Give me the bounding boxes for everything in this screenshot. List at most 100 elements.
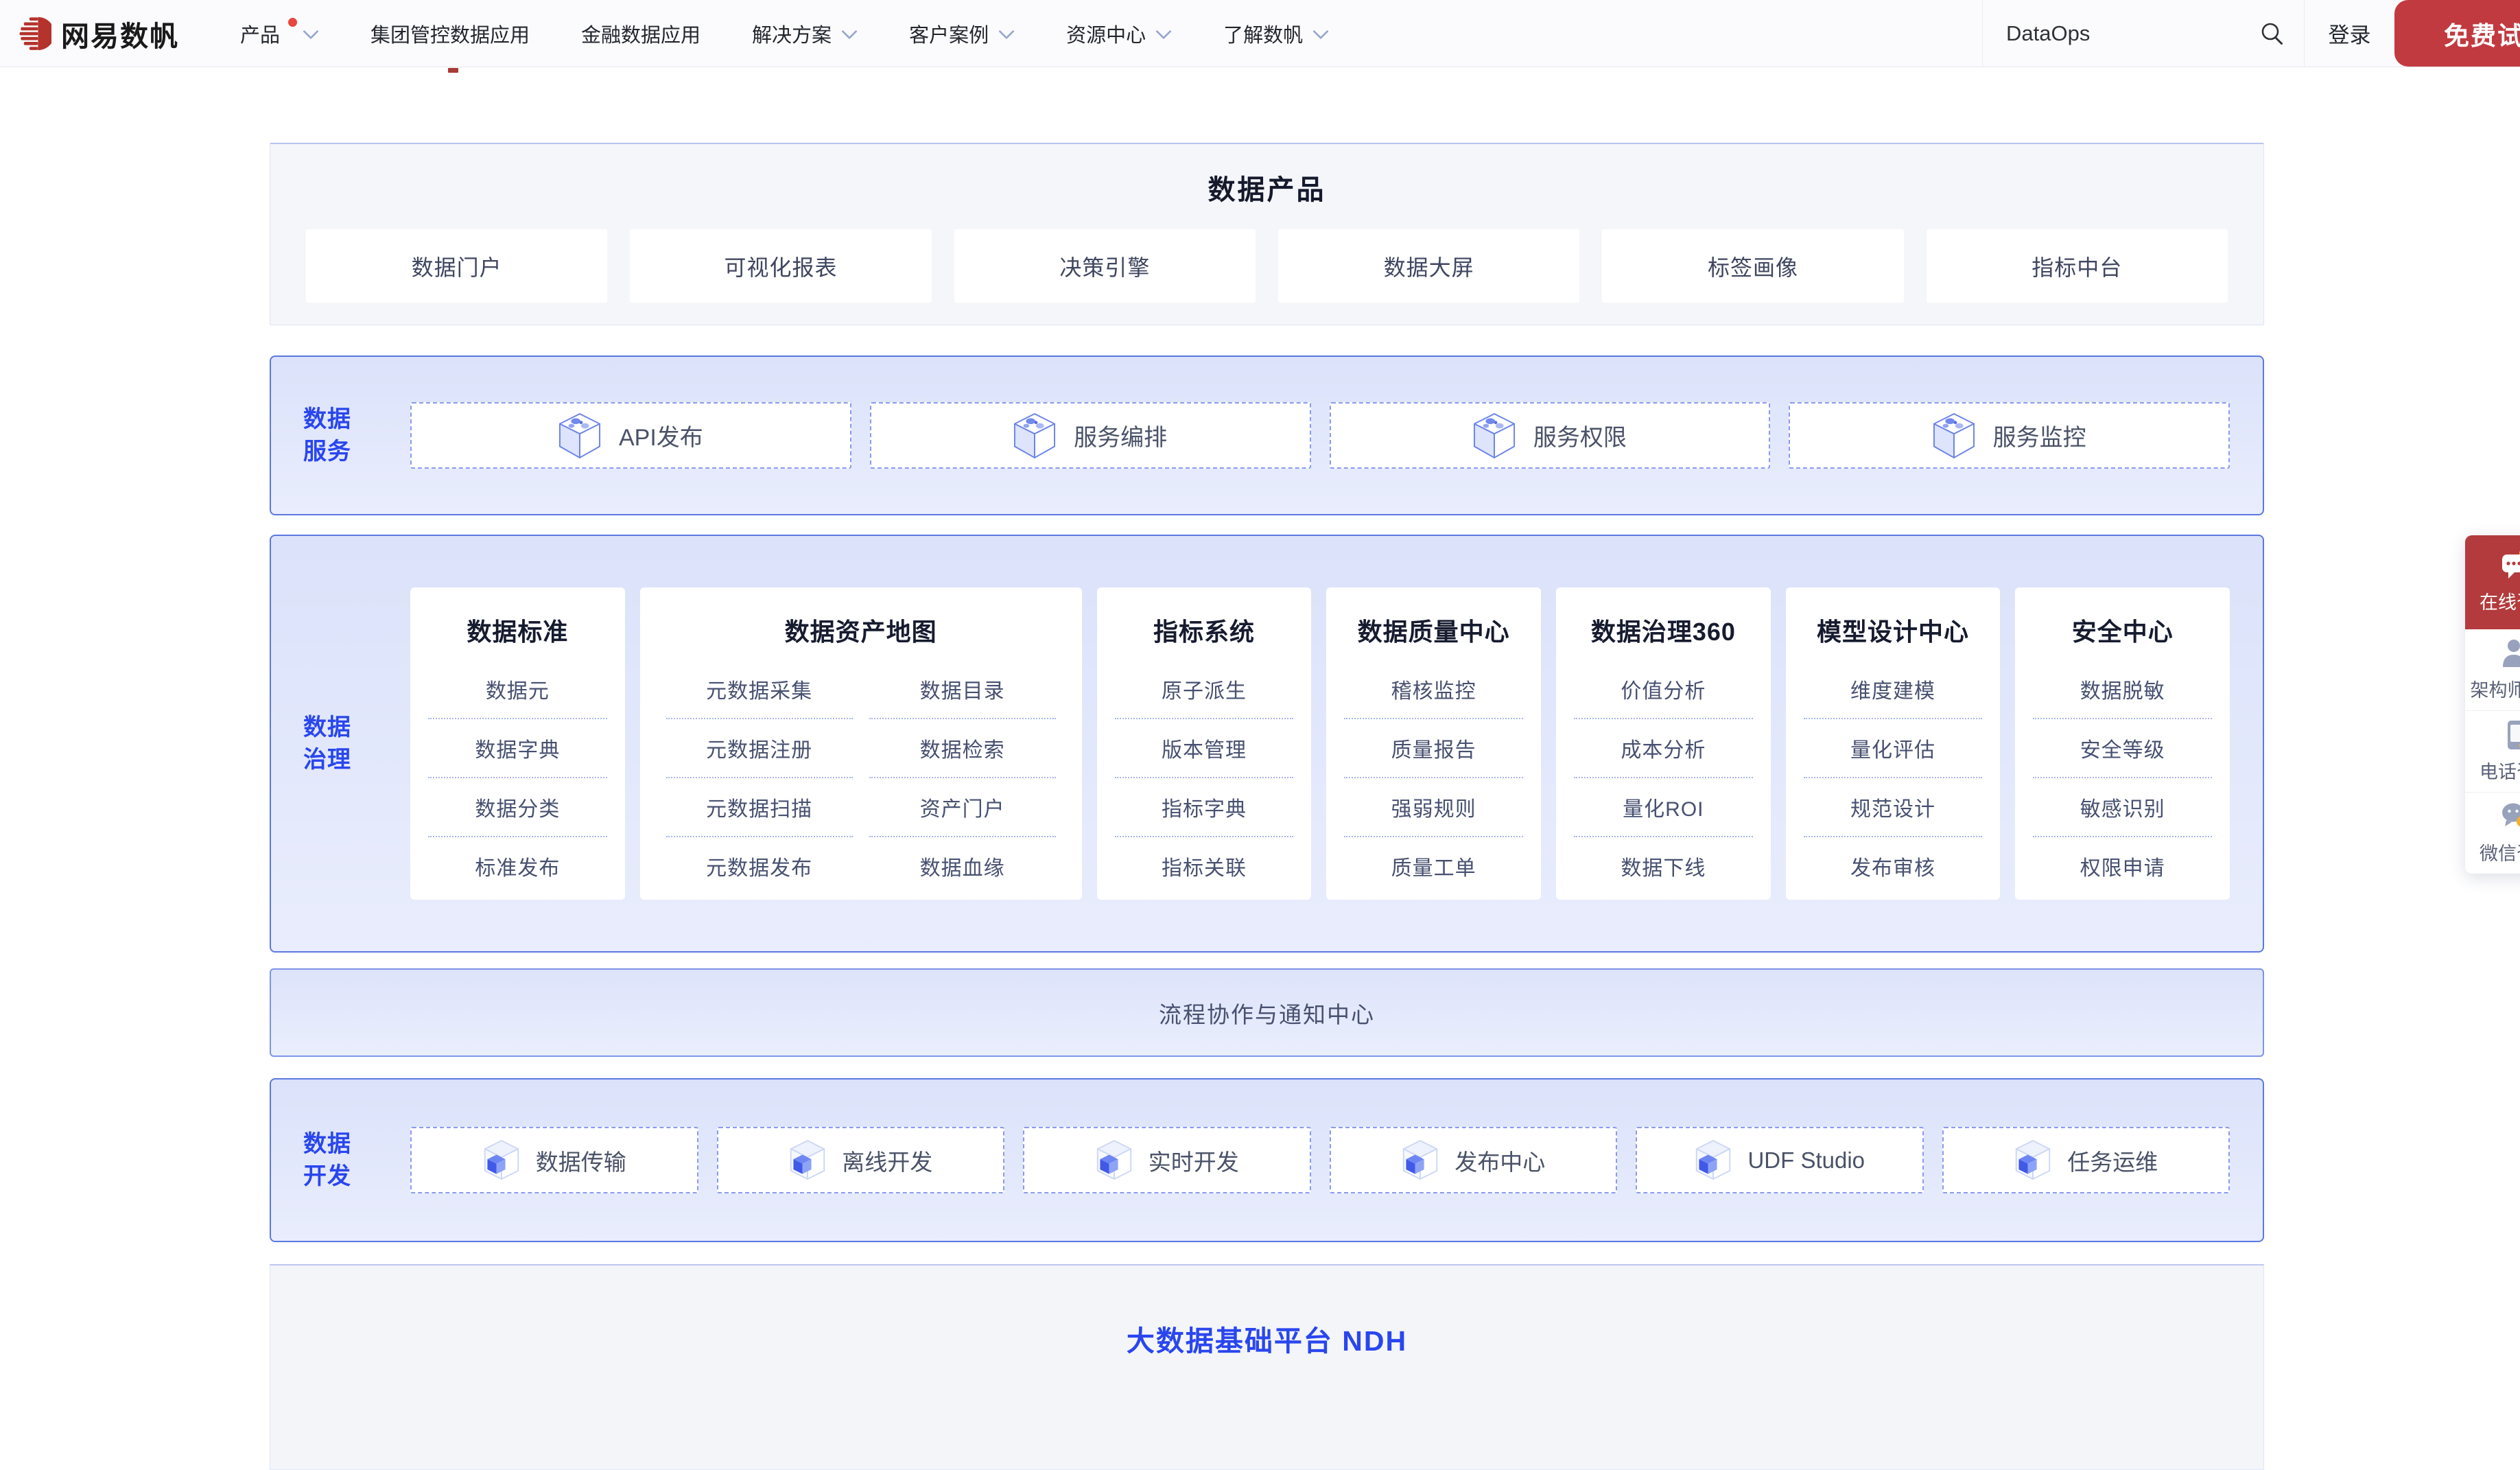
column-title[interactable]: 安全中心 [2015, 587, 2230, 648]
phone-icon [2501, 720, 2520, 750]
nav-item-group-data-apps[interactable]: 集团管控数据应用 [370, 0, 530, 67]
column-title[interactable]: 数据资产地图 [640, 587, 1082, 648]
column-title[interactable]: 数据标准 [410, 587, 625, 648]
product-card-decision-engine[interactable]: 决策引擎 [954, 229, 1256, 303]
architect-consult-button[interactable]: 架构师咨询 [2465, 629, 2520, 710]
column-item[interactable]: 维度建模 [1804, 660, 1983, 719]
column-item[interactable]: 数据目录 [869, 660, 1056, 719]
phone-consult-button[interactable]: 电话咨询 [2465, 710, 2520, 792]
column-item[interactable]: 指标字典 [1115, 778, 1294, 837]
wechat-consult-button[interactable]: 微信咨询 [2465, 792, 2520, 874]
column-item[interactable]: 数据分类 [428, 778, 607, 837]
brand-logo[interactable]: 网易数帆 [17, 13, 179, 54]
column-items: 数据目录 数据检索 资产门户 数据血缘 [869, 660, 1056, 895]
architecture-diagram: 数据产品 数据门户 可视化报表 决策引擎 数据大屏 标签画像 指标中台 数据 服… [270, 143, 2264, 1470]
search-input[interactable]: DataOps [2006, 21, 2260, 46]
column-item[interactable]: 数据下线 [1574, 837, 1753, 895]
column-item[interactable]: 原子派生 [1115, 660, 1294, 719]
column-item[interactable]: 数据血缘 [869, 837, 1056, 895]
platform-title[interactable]: 大数据基础平台 NDH [1127, 1318, 1407, 1359]
online-consult-button[interactable]: 在线咨询 [2465, 535, 2520, 629]
column-title[interactable]: 模型设计中心 [1786, 587, 2001, 648]
dev-card-label: 实时开发 [1149, 1144, 1239, 1177]
search-icon[interactable] [2260, 21, 2285, 46]
governance-column-metric-system: 指标系统 原子派生 版本管理 指标字典 指标关联 [1097, 587, 1312, 900]
nav-right-actions: DataOps 登录 免费试用 [1982, 0, 2520, 67]
column-title[interactable]: 指标系统 [1097, 587, 1312, 648]
dev-card-release-center[interactable]: 发布中心 [1330, 1127, 1618, 1193]
service-card-permissions[interactable]: 服务权限 [1330, 402, 1771, 469]
product-card-visual-report[interactable]: 可视化报表 [630, 229, 931, 303]
product-cards-row: 数据门户 可视化报表 决策引擎 数据大屏 标签画像 指标中台 [270, 229, 2263, 303]
column-item[interactable]: 数据脱敏 [2033, 660, 2212, 719]
column-item[interactable]: 标准发布 [428, 837, 607, 895]
service-card-label: 服务监控 [1993, 419, 2086, 452]
free-trial-button[interactable]: 免费试用 [2394, 0, 2520, 67]
floating-item-label: 在线咨询 [2480, 587, 2520, 614]
product-card-tag-profile[interactable]: 标签画像 [1602, 229, 1903, 303]
section-side-label: 数据 服务 [271, 404, 410, 468]
nav-item-customer-cases[interactable]: 客户案例 [909, 0, 1015, 67]
product-card-data-portal[interactable]: 数据门户 [306, 229, 607, 303]
architect-person-icon [2501, 638, 2520, 668]
nav-item-products[interactable]: 产品 [240, 0, 319, 67]
column-item[interactable]: 规范设计 [1804, 778, 1983, 837]
column-title[interactable]: 数据质量中心 [1326, 587, 1541, 648]
column-item[interactable]: 元数据发布 [666, 837, 853, 895]
active-nav-indicator [448, 68, 458, 73]
service-card-label: 服务权限 [1533, 419, 1627, 452]
side-label-line: 数据 [303, 404, 410, 436]
column-item[interactable]: 发布审核 [1804, 837, 1983, 895]
dev-card-label: UDF Studio [1747, 1147, 1865, 1174]
column-item[interactable]: 量化评估 [1804, 719, 1983, 778]
dev-card-task-ops[interactable]: 任务运维 [1942, 1127, 2230, 1193]
site-search[interactable]: DataOps [1982, 0, 2305, 67]
dev-card-offline-dev[interactable]: 离线开发 [717, 1127, 1005, 1193]
nav-item-solutions[interactable]: 解决方案 [752, 0, 858, 67]
column-item[interactable]: 指标关联 [1115, 837, 1294, 895]
column-item[interactable]: 稽核监控 [1344, 660, 1523, 719]
column-item[interactable]: 元数据扫描 [666, 778, 853, 837]
column-item[interactable]: 数据字典 [428, 719, 607, 778]
product-card-data-screen[interactable]: 数据大屏 [1278, 229, 1579, 303]
nav-item-label: 客户案例 [909, 19, 989, 48]
nav-item-resource-center[interactable]: 资源中心 [1066, 0, 1172, 67]
governance-column-security-center: 安全中心 数据脱敏 安全等级 敏感识别 权限申请 [2015, 587, 2230, 900]
column-item[interactable]: 数据元 [428, 660, 607, 719]
governance-column-data-standard: 数据标准 数据元 数据字典 数据分类 标准发布 [410, 587, 625, 900]
dev-card-data-transfer[interactable]: 数据传输 [410, 1127, 698, 1193]
column-item[interactable]: 成本分析 [1574, 719, 1753, 778]
product-card-metric-platform[interactable]: 指标中台 [1927, 229, 2228, 303]
development-cards-row: 数据传输 离线开发 实时开发 发布中心 UDF Studio 任务运维 [410, 1127, 2230, 1193]
column-item[interactable]: 强弱规则 [1344, 778, 1523, 837]
column-item[interactable]: 价值分析 [1574, 660, 1753, 719]
login-button[interactable]: 登录 [2305, 18, 2394, 49]
dev-cube-icon [1401, 1139, 1439, 1182]
dev-cube-icon [1095, 1139, 1133, 1182]
column-item[interactable]: 权限申请 [2033, 837, 2212, 895]
service-card-api-publish[interactable]: API发布 [410, 402, 851, 469]
column-item[interactable]: 敏感识别 [2033, 778, 2212, 837]
service-card-label: 服务编排 [1074, 419, 1167, 452]
nav-item-finance-data-apps[interactable]: 金融数据应用 [581, 0, 700, 67]
dev-card-udf-studio[interactable]: UDF Studio [1636, 1127, 1924, 1193]
column-item[interactable]: 元数据采集 [666, 660, 853, 719]
column-item[interactable]: 质量报告 [1344, 719, 1523, 778]
column-items: 稽核监控 质量报告 强弱规则 质量工单 [1344, 660, 1523, 895]
column-item[interactable]: 安全等级 [2033, 719, 2212, 778]
nav-item-about[interactable]: 了解数帆 [1223, 0, 1329, 67]
column-title[interactable]: 数据治理360 [1556, 587, 1771, 648]
column-item[interactable]: 量化ROI [1574, 778, 1753, 837]
chevron-down-icon [1155, 30, 1172, 40]
column-item[interactable]: 资产门户 [869, 778, 1056, 837]
nav-item-label: 产品 [240, 19, 280, 48]
service-card-monitoring[interactable]: 服务监控 [1789, 402, 2230, 469]
column-item[interactable]: 版本管理 [1115, 719, 1294, 778]
column-item[interactable]: 数据检索 [869, 719, 1056, 778]
dev-card-realtime-dev[interactable]: 实时开发 [1023, 1127, 1311, 1193]
column-item[interactable]: 元数据注册 [666, 719, 853, 778]
section-side-label: 数据 治理 [271, 712, 410, 776]
service-card-orchestration[interactable]: 服务编排 [870, 402, 1311, 469]
column-item[interactable]: 质量工单 [1344, 837, 1523, 895]
dev-card-label: 数据传输 [536, 1144, 626, 1177]
